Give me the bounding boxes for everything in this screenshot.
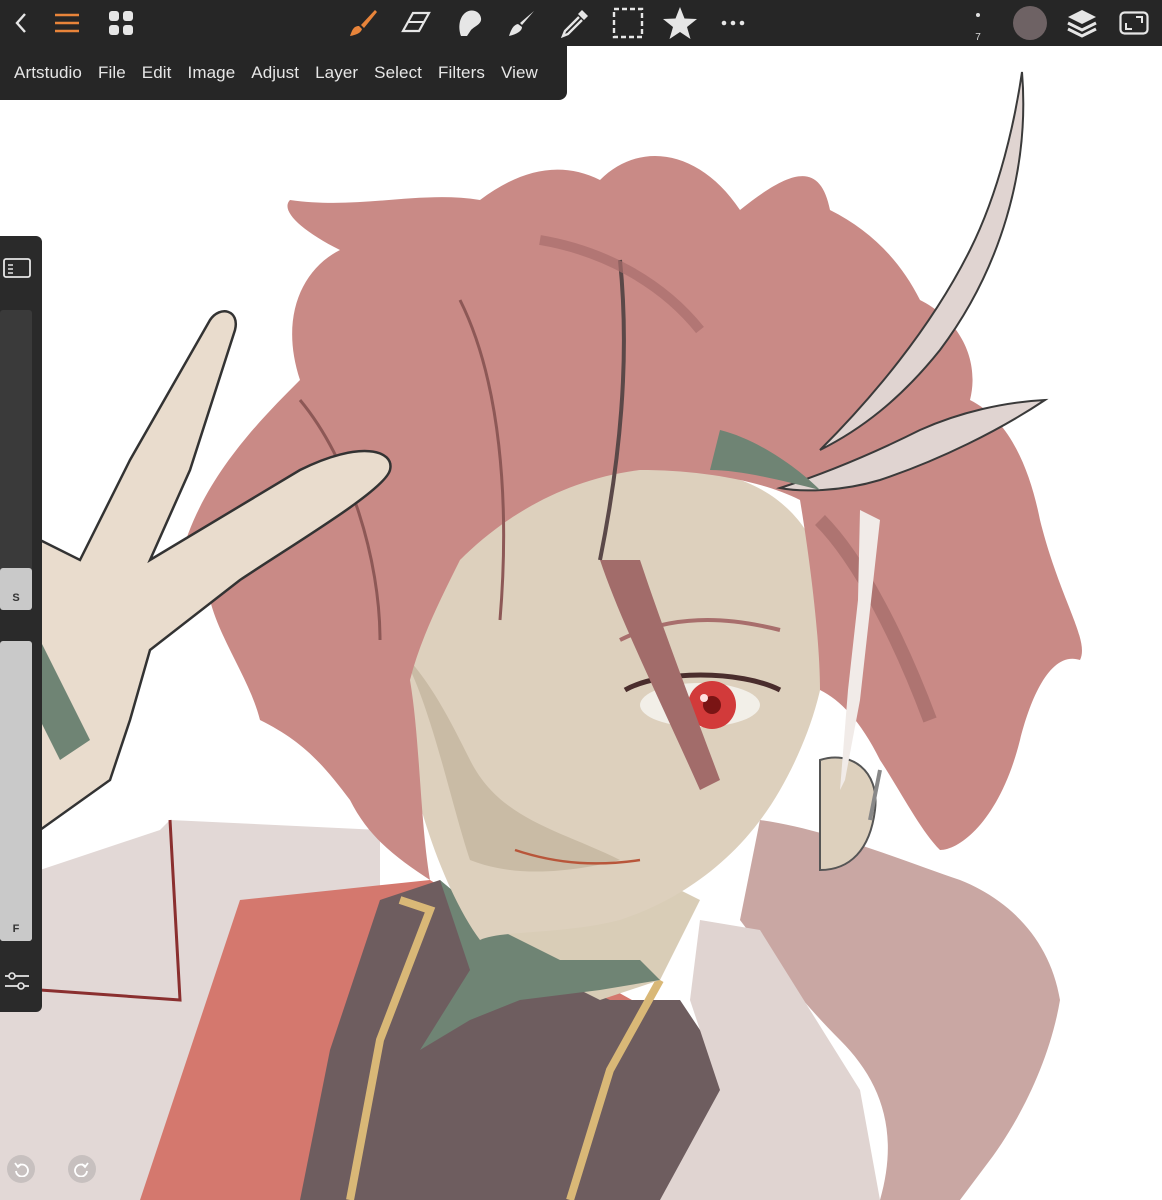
menu-select[interactable]: Select bbox=[374, 63, 422, 83]
brush-size-indicator[interactable]: 7 bbox=[962, 5, 994, 45]
menu-file[interactable]: File bbox=[98, 63, 126, 83]
redo-icon bbox=[74, 1162, 89, 1177]
menu-adjust[interactable]: Adjust bbox=[251, 63, 299, 83]
smudge-icon[interactable] bbox=[452, 4, 486, 42]
menu-artstudio[interactable]: Artstudio bbox=[14, 63, 82, 83]
redo-button[interactable] bbox=[68, 1155, 96, 1183]
flow-slider-thumb[interactable]: F bbox=[0, 899, 32, 941]
undo-button[interactable] bbox=[7, 1155, 35, 1183]
menu-layer[interactable]: Layer bbox=[315, 63, 358, 83]
brush-size-value: 7 bbox=[975, 32, 981, 43]
brush-slider-panel: S F bbox=[0, 236, 42, 1012]
size-slider-label: S bbox=[12, 592, 20, 604]
brush-icon[interactable] bbox=[346, 4, 380, 42]
blend-icon[interactable] bbox=[505, 4, 539, 42]
undo-icon bbox=[14, 1162, 29, 1177]
eraser-icon[interactable] bbox=[399, 4, 433, 42]
eyedropper-icon[interactable] bbox=[558, 4, 592, 42]
drawing-canvas[interactable] bbox=[0, 0, 1162, 1200]
sliders-icon[interactable] bbox=[2, 969, 32, 993]
menu-view[interactable]: View bbox=[501, 63, 538, 83]
favorites-icon[interactable] bbox=[662, 4, 698, 42]
top-toolbar: 7 bbox=[0, 0, 1162, 46]
menu-icon[interactable] bbox=[50, 4, 84, 42]
flow-slider-label: F bbox=[12, 923, 20, 935]
color-swatch[interactable] bbox=[1010, 4, 1050, 42]
selection-icon[interactable] bbox=[611, 4, 645, 42]
current-color-circle bbox=[1013, 6, 1047, 40]
fullscreen-icon[interactable] bbox=[1116, 4, 1152, 42]
menu-bar: Artstudio File Edit Image Adjust Layer S… bbox=[0, 46, 567, 100]
gallery-icon[interactable] bbox=[104, 4, 138, 42]
brush-settings-icon[interactable] bbox=[2, 256, 32, 280]
flow-slider-fill bbox=[0, 641, 32, 941]
size-slider[interactable]: S bbox=[0, 310, 32, 610]
size-slider-thumb[interactable]: S bbox=[0, 568, 32, 610]
menu-image[interactable]: Image bbox=[188, 63, 236, 83]
layers-icon[interactable] bbox=[1064, 4, 1100, 42]
menu-edit[interactable]: Edit bbox=[142, 63, 172, 83]
flow-slider[interactable]: F bbox=[0, 641, 32, 941]
menu-filters[interactable]: Filters bbox=[438, 63, 485, 83]
eye-highlight bbox=[700, 694, 708, 702]
more-icon[interactable] bbox=[718, 4, 748, 42]
brush-size-dot bbox=[976, 13, 980, 17]
back-icon[interactable] bbox=[8, 4, 34, 42]
